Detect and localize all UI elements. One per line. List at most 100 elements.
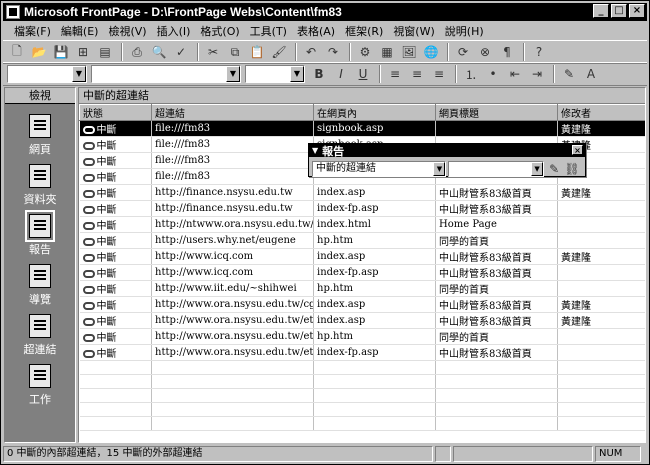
chevron-down-icon[interactable]: ▼ xyxy=(226,66,240,82)
empty-cell xyxy=(313,374,436,389)
table-row[interactable]: 中斷 file:///fm83signbook.asp 黃建隆 xyxy=(79,120,645,137)
table-row[interactable] xyxy=(79,416,645,431)
table-row[interactable] xyxy=(79,374,645,389)
menu-table[interactable]: 表格(A) xyxy=(292,23,340,39)
show-all-icon[interactable]: ¶ xyxy=(497,43,517,61)
decrease-indent-icon[interactable]: ⇤ xyxy=(505,65,525,83)
close-icon[interactable]: × xyxy=(572,145,583,155)
stop-icon[interactable]: ⊗ xyxy=(475,43,495,61)
bulleted-list-icon[interactable]: • xyxy=(483,65,503,83)
column-header-modified-by[interactable]: 修改者 xyxy=(557,104,645,121)
print-icon[interactable]: ⎙ xyxy=(127,43,147,61)
menu-format[interactable]: 格式(O) xyxy=(195,23,244,39)
print-preview-icon[interactable]: 🔍 xyxy=(149,43,169,61)
column-header-in-page[interactable]: 在網頁內 xyxy=(313,104,436,121)
align-right-icon[interactable]: ≡ xyxy=(429,65,449,83)
report-setting-select[interactable]: ▼ xyxy=(448,161,545,177)
insert-component-icon[interactable]: ⚙ xyxy=(355,43,375,61)
cut-icon[interactable]: ✂ xyxy=(203,43,223,61)
toolbar-menu-icon[interactable]: ▼ xyxy=(312,146,318,155)
style-combo[interactable]: ▼ xyxy=(7,65,87,83)
numbered-list-icon[interactable]: ⒈ xyxy=(461,65,481,83)
column-header-page-title[interactable]: 網頁標題 xyxy=(435,104,558,121)
align-center-icon[interactable]: ≡ xyxy=(407,65,427,83)
status-cell: 中斷 xyxy=(79,200,152,217)
insert-picture-icon[interactable]: 🖼 xyxy=(399,43,419,61)
italic-icon[interactable]: I xyxy=(331,65,351,83)
bold-icon[interactable]: B xyxy=(309,65,329,83)
edit-hyperlink-icon[interactable]: ✎ xyxy=(546,160,562,178)
menu-help[interactable]: 說明(H) xyxy=(440,23,489,39)
table-row[interactable]: 中斷 http://www.ora.nsysu.edu.tw/ether/hp.h… xyxy=(79,328,645,345)
undo-icon[interactable]: ↶ xyxy=(301,43,321,61)
table-row[interactable]: 中斷 http://finance.nsysu.edu.tw index-fp.as… xyxy=(79,200,645,217)
hyperlink-cell: http://www.ora.nsysu.edu.tw/ether/ xyxy=(151,328,314,345)
underline-icon[interactable]: U xyxy=(353,65,373,83)
status-cell: 中斷 xyxy=(79,344,152,361)
publish-icon[interactable]: ⊞ xyxy=(73,43,93,61)
table-row[interactable]: 中斷 http://ntwww.ora.nsysu.edu.tw/fm83/i..… xyxy=(79,216,645,233)
spelling-icon[interactable]: ✓ xyxy=(171,43,191,61)
table-row[interactable]: 中斷 http://www.iit.edu/~shihwei hp.htm 同學的首頁 xyxy=(79,280,645,297)
menu-file[interactable]: 檔案(F) xyxy=(9,23,56,39)
menu-window[interactable]: 視窗(W) xyxy=(388,23,439,39)
redo-icon[interactable]: ↷ xyxy=(323,43,343,61)
column-header-hyperlink[interactable]: 超連結 xyxy=(151,104,314,121)
title-bar[interactable]: Microsoft FrontPage - D:\FrontPage Webs\… xyxy=(3,3,647,21)
new-icon[interactable]: 🗋 xyxy=(7,43,27,61)
font-size-combo[interactable]: ▼ xyxy=(245,65,305,83)
open-icon[interactable]: 📂 xyxy=(29,43,49,61)
table-row[interactable]: 中斷 http://www.ora.nsysu.edu.tw/ether/inde… xyxy=(79,312,645,329)
verify-hyperlinks-icon[interactable]: ⛓ xyxy=(564,160,580,178)
report-type-select[interactable]: 中斷的超連結 ▼ xyxy=(312,161,447,177)
frontpage-app-icon[interactable] xyxy=(6,5,20,19)
menu-view[interactable]: 檢視(V) xyxy=(103,23,151,39)
refresh-icon[interactable]: ⟳ xyxy=(453,43,473,61)
font-color-icon[interactable]: A xyxy=(581,65,601,83)
view-navigation[interactable]: 導覽 xyxy=(5,264,75,307)
hyperlink-icon[interactable]: 🌐 xyxy=(421,43,441,61)
column-header-status[interactable]: 狀態 xyxy=(79,104,152,121)
view-navigation-label: 導覽 xyxy=(29,293,51,306)
close-button[interactable]: × xyxy=(629,4,645,18)
paste-icon[interactable]: 📋 xyxy=(247,43,267,61)
view-page[interactable]: 網頁 xyxy=(5,114,75,157)
insert-table-icon[interactable]: ▦ xyxy=(377,43,397,61)
menu-edit[interactable]: 編輯(E) xyxy=(56,23,104,39)
highlight-icon[interactable]: ✎ xyxy=(559,65,579,83)
menu-insert[interactable]: 插入(I) xyxy=(152,23,196,39)
table-row[interactable] xyxy=(79,402,645,417)
view-tasks[interactable]: 工作 xyxy=(5,364,75,407)
view-folders[interactable]: 資料夾 xyxy=(5,164,75,207)
copy-icon[interactable]: ⧉ xyxy=(225,43,245,61)
table-row[interactable]: 中斷 http://www.ora.nsysu.edu.tw/ether/inde… xyxy=(79,344,645,361)
format-painter-icon[interactable]: 🖌 xyxy=(269,43,289,61)
table-row[interactable]: 中斷 http://www.icq.com index-fp.asp 中山財管系83級… xyxy=(79,264,645,281)
in-page-cell: index-fp.asp xyxy=(313,200,436,217)
menu-frames[interactable]: 框架(R) xyxy=(340,23,388,39)
chevron-down-icon[interactable]: ▼ xyxy=(290,66,304,82)
save-icon[interactable]: 💾 xyxy=(51,43,71,61)
chevron-down-icon[interactable]: ▼ xyxy=(72,66,86,82)
chevron-down-icon[interactable]: ▼ xyxy=(433,162,446,176)
folder-list-icon[interactable]: ▤ xyxy=(95,43,115,61)
menu-tools[interactable]: 工具(T) xyxy=(245,23,292,39)
status-message: 0 中斷的內部超連結，15 中斷的外部超連結 xyxy=(3,446,433,462)
increase-indent-icon[interactable]: ⇥ xyxy=(527,65,547,83)
align-left-icon[interactable]: ≡ xyxy=(385,65,405,83)
reports-toolbar-title-bar[interactable]: ▼ 報告 × xyxy=(309,144,585,158)
table-row[interactable] xyxy=(79,388,645,403)
table-row[interactable]: 中斷 http://www.icq.com index.asp 中山財管系83級首頁黃… xyxy=(79,248,645,265)
view-hyperlinks[interactable]: 超連結 xyxy=(5,314,75,357)
minimize-button[interactable]: _ xyxy=(593,4,609,18)
in-page-cell: index.asp xyxy=(313,312,436,329)
table-row[interactable] xyxy=(79,360,645,375)
chevron-down-icon[interactable]: ▼ xyxy=(531,162,544,176)
maximize-button[interactable]: □ xyxy=(611,4,627,18)
table-row[interactable]: 中斷 http://www.ora.nsysu.edu.tw/cgi-bin/C.… xyxy=(79,296,645,313)
table-row[interactable]: 中斷 http://finance.nsysu.edu.tw index.asp 中山… xyxy=(79,184,645,201)
view-reports[interactable]: 報告 xyxy=(5,210,75,257)
table-row[interactable]: 中斷 http://users.why.net/eugene hp.htm 同學的首頁 xyxy=(79,232,645,249)
help-icon[interactable]: ? xyxy=(529,43,549,61)
font-combo[interactable]: ▼ xyxy=(91,65,241,83)
